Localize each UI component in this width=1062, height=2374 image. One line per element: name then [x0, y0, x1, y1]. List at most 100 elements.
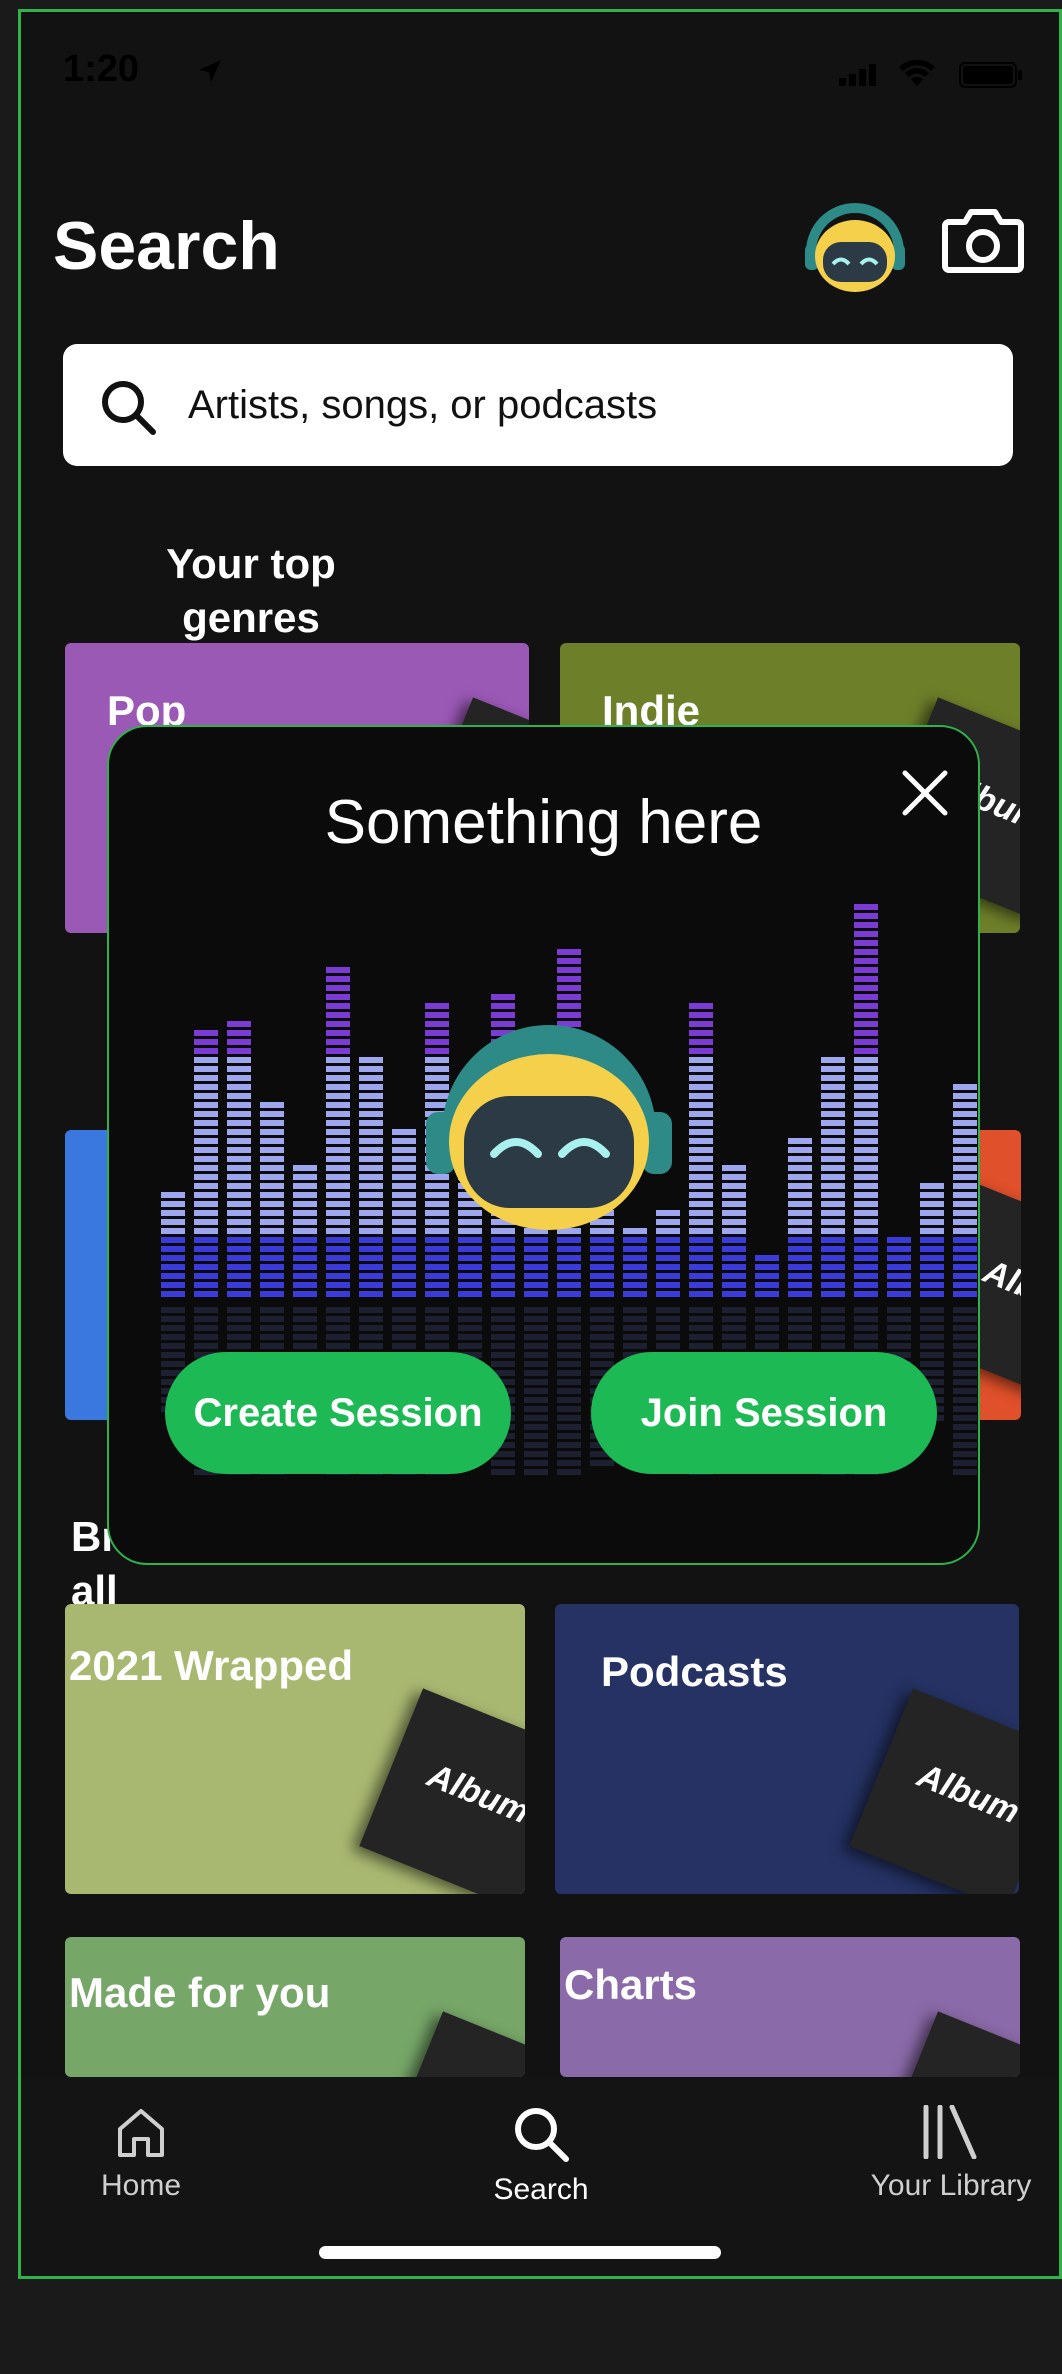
equalizer-bar-segment — [821, 1246, 845, 1252]
equalizer-reflection-segment — [887, 1307, 911, 1313]
equalizer-reflection-segment — [293, 1325, 317, 1331]
equalizer-bar-segment — [161, 1192, 185, 1198]
equalizer-reflection-segment — [458, 1325, 482, 1331]
equalizer-bar-segment — [227, 1066, 251, 1072]
nav-item-library[interactable]: Your Library — [841, 2077, 1059, 2203]
equalizer-bar-segment — [227, 1021, 251, 1027]
equalizer-bar-segment — [326, 1120, 350, 1126]
equalizer-bar-segment — [953, 1237, 977, 1243]
equalizer-bar-segment — [227, 1246, 251, 1252]
equalizer-reflection-segment — [788, 1307, 812, 1313]
equalizer-bar-segment — [953, 1264, 977, 1270]
equalizer-bar-segment — [359, 1192, 383, 1198]
equalizer-bar-segment — [821, 1111, 845, 1117]
nav-item-search[interactable]: Search — [451, 2077, 631, 2207]
equalizer-bar-segment — [524, 1282, 548, 1288]
equalizer-bar-segment — [623, 1237, 647, 1243]
search-input[interactable]: Artists, songs, or podcasts — [63, 344, 1013, 466]
equalizer-reflection-segment — [953, 1379, 977, 1385]
join-session-button[interactable]: Join Session — [591, 1352, 937, 1474]
robot-avatar-icon[interactable] — [803, 198, 907, 294]
equalizer-bar-segment — [953, 1120, 977, 1126]
close-icon[interactable] — [899, 767, 951, 819]
equalizer-bar-segment — [260, 1219, 284, 1225]
equalizer-bar-segment — [194, 1219, 218, 1225]
equalizer-bar-segment — [392, 1174, 416, 1180]
equalizer-bar-segment — [260, 1201, 284, 1207]
equalizer-reflection-segment — [557, 1352, 581, 1358]
equalizer-bar-segment — [821, 1156, 845, 1162]
equalizer-bar-segment — [722, 1219, 746, 1225]
equalizer-bar-segment — [854, 1012, 878, 1018]
section-top-genres: Your top genres — [166, 540, 336, 641]
equalizer-bar-segment — [227, 1075, 251, 1081]
equalizer-bar-segment — [854, 949, 878, 955]
equalizer-bar-segment — [722, 1273, 746, 1279]
equalizer-bar-segment — [854, 931, 878, 937]
equalizer-reflection-segment — [491, 1469, 515, 1475]
equalizer-reflection-segment — [491, 1343, 515, 1349]
equalizer-bar-segment — [194, 1201, 218, 1207]
equalizer-bar-segment — [788, 1237, 812, 1243]
equalizer-bar-segment — [920, 1255, 944, 1261]
equalizer-bar-segment — [920, 1219, 944, 1225]
equalizer-reflection-segment — [227, 1325, 251, 1331]
equalizer-bar-segment — [854, 967, 878, 973]
equalizer-reflection-segment — [920, 1352, 944, 1358]
equalizer-bar-segment — [689, 1138, 713, 1144]
equalizer-bar-segment — [656, 1237, 680, 1243]
browse-tile-podcasts[interactable]: Podcasts Album — [555, 1604, 1019, 1894]
equalizer-reflection-segment — [755, 1307, 779, 1313]
equalizer-bar-segment — [260, 1147, 284, 1153]
equalizer-bar-segment — [821, 1093, 845, 1099]
equalizer-bar-segment — [821, 1084, 845, 1090]
equalizer-bar-segment — [689, 1057, 713, 1063]
equalizer-reflection-segment — [524, 1442, 548, 1448]
equalizer-bar-segment — [689, 1066, 713, 1072]
equalizer-reflection-segment — [491, 1334, 515, 1340]
equalizer-reflection-segment — [194, 1316, 218, 1322]
equalizer-reflection-segment — [953, 1442, 977, 1448]
equalizer-reflection-segment — [821, 1343, 845, 1349]
equalizer-bar-segment — [293, 1237, 317, 1243]
equalizer-reflection-segment — [689, 1316, 713, 1322]
equalizer-reflection-segment — [425, 1307, 449, 1313]
equalizer-reflection-segment — [326, 1325, 350, 1331]
browse-tile-made-for-you[interactable]: Made for you — [65, 1937, 525, 2077]
equalizer-bar-segment — [194, 1165, 218, 1171]
equalizer-reflection-segment — [590, 1361, 614, 1367]
equalizer-reflection-segment — [425, 1316, 449, 1322]
equalizer-bar-segment — [689, 1183, 713, 1189]
create-session-button[interactable]: Create Session — [165, 1352, 511, 1474]
equalizer-reflection-segment — [953, 1307, 977, 1313]
search-icon — [515, 2108, 569, 2162]
equalizer-bar-segment — [359, 1138, 383, 1144]
equalizer-bar-segment — [194, 1066, 218, 1072]
equalizer-reflection-segment — [524, 1460, 548, 1466]
equalizer-bar-segment — [557, 1291, 581, 1297]
equalizer-bar-segment — [392, 1201, 416, 1207]
browse-tile-wrapped[interactable]: 2021 Wrapped Album — [65, 1604, 525, 1894]
equalizer-bar-segment — [953, 1192, 977, 1198]
equalizer-reflection-segment — [689, 1325, 713, 1331]
equalizer-bar-segment — [854, 913, 878, 919]
equalizer-bar-segment — [326, 1129, 350, 1135]
browse-tile-charts[interactable]: Charts — [560, 1937, 1020, 2077]
equalizer-bar-segment — [722, 1192, 746, 1198]
equalizer-bar-segment — [689, 1039, 713, 1045]
camera-icon[interactable] — [941, 204, 1025, 276]
equalizer-bar-segment — [722, 1174, 746, 1180]
equalizer-reflection-segment — [524, 1397, 548, 1403]
equalizer-bar-segment — [821, 1255, 845, 1261]
equalizer-bar-segment — [854, 1192, 878, 1198]
tile-label: Charts — [564, 1961, 698, 2008]
equalizer-bar-segment — [854, 1138, 878, 1144]
equalizer-bar-segment — [359, 1147, 383, 1153]
equalizer-bar-segment — [359, 1174, 383, 1180]
equalizer-reflection-segment — [392, 1325, 416, 1331]
equalizer-bar-segment — [788, 1183, 812, 1189]
equalizer-bar-segment — [689, 1003, 713, 1009]
equalizer-bar-segment — [458, 1264, 482, 1270]
nav-item-home[interactable]: Home — [51, 2077, 231, 2203]
equalizer-bar-segment — [557, 958, 581, 964]
